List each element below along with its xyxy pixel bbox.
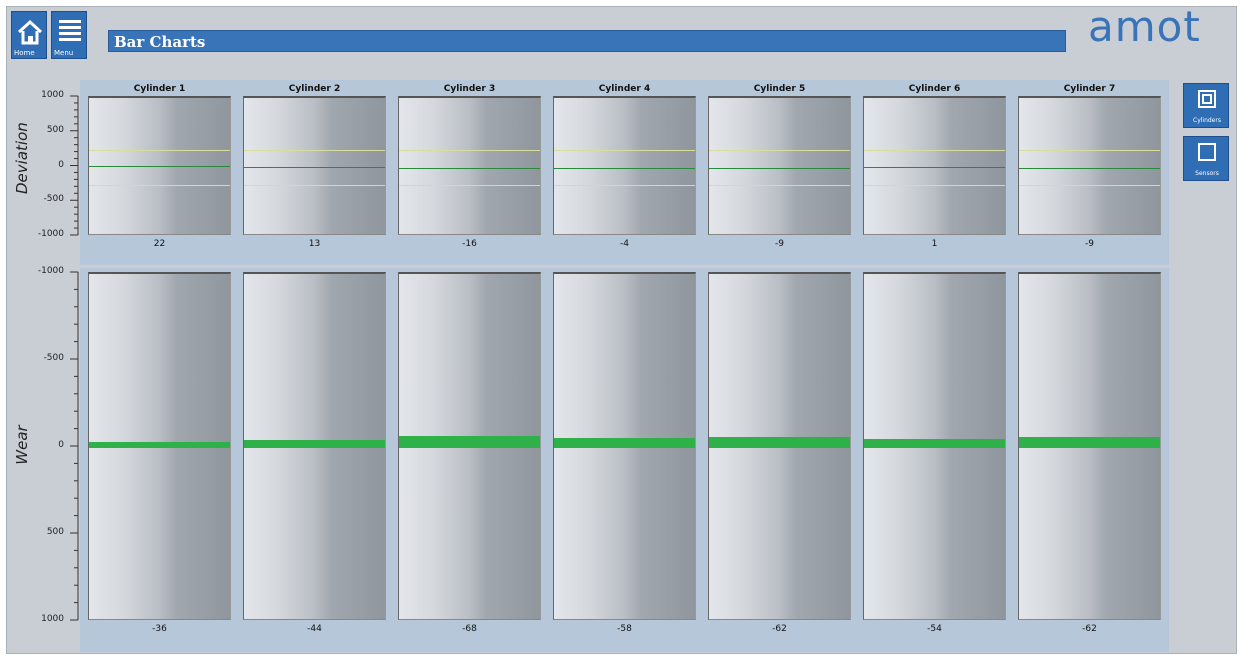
cylinder-value: 1 <box>931 239 938 249</box>
chart-box-cylinder-1 <box>88 96 231 235</box>
chart-box-cylinder-6 <box>863 96 1006 235</box>
cylinder-value: -4 <box>620 239 629 249</box>
y-tick-label: 500 <box>46 124 64 135</box>
y-tick-label: -500 <box>43 353 64 363</box>
cylinder-value: -9 <box>1085 239 1094 249</box>
limit-line <box>244 184 385 186</box>
chart-box-cylinder-5 <box>708 96 851 235</box>
square-outline-icon <box>1198 143 1216 161</box>
deviation-bar <box>399 167 540 169</box>
cylinder-name: Cylinder 6 <box>908 84 961 94</box>
cylinder-value: -44 <box>307 624 322 634</box>
cylinder-value: -54 <box>927 624 942 634</box>
limit-line <box>399 184 540 186</box>
chart-box-cylinder-3 <box>398 272 541 620</box>
limit-line <box>554 184 695 186</box>
deviation-bar <box>864 167 1005 169</box>
page-title: Bar Charts <box>114 33 206 51</box>
sensors-label: Sensors <box>1195 170 1219 177</box>
cylinder-name: Cylinder 1 <box>133 84 186 94</box>
y-tick-label: 1000 <box>41 90 64 100</box>
limit-line <box>244 150 385 152</box>
wear-axis-title: Wear <box>13 425 31 465</box>
y-tick-label: 500 <box>46 527 64 537</box>
cylinder-value: -58 <box>617 624 632 634</box>
chart-box-cylinder-3 <box>398 96 541 235</box>
limit-line <box>1019 184 1160 186</box>
cylinder-value: -62 <box>1082 624 1097 634</box>
cylinder-value: -36 <box>152 624 167 634</box>
sensors-button[interactable]: Sensors <box>1183 136 1229 181</box>
limit-line <box>864 150 1005 152</box>
cylinder-value: -16 <box>462 239 477 249</box>
deviation-axis-title: Deviation <box>13 122 31 194</box>
y-tick-label: -1000 <box>37 229 64 239</box>
square-inner-icon <box>1202 94 1212 104</box>
cylinder-name: Cylinder 2 <box>288 84 341 94</box>
wear-bar <box>554 437 695 448</box>
limit-line <box>399 150 540 152</box>
wear-bar <box>89 441 230 448</box>
cylinder-value: 22 <box>153 239 166 249</box>
cylinders-button[interactable]: Cylinders <box>1183 83 1229 128</box>
limit-line <box>709 150 850 152</box>
wear-bar <box>1019 437 1160 448</box>
chart-box-cylinder-7 <box>1018 272 1161 620</box>
limit-line <box>1019 150 1160 152</box>
chart-box-cylinder-2 <box>243 96 386 235</box>
amot-logo: amot <box>1088 2 1201 51</box>
deviation-bar <box>89 165 230 168</box>
title-bar: Bar Charts <box>108 30 1066 52</box>
wear-bar <box>864 438 1005 448</box>
cylinder-value: -62 <box>772 624 787 634</box>
cylinder-name: Cylinder 3 <box>443 84 496 94</box>
home-icon <box>17 19 43 45</box>
limit-line <box>709 184 850 186</box>
cylinder-name: Cylinder 7 <box>1063 84 1116 94</box>
cylinder-value: -68 <box>462 624 477 634</box>
home-label: Home <box>14 49 35 57</box>
menu-icon <box>59 20 81 41</box>
limit-line <box>554 150 695 152</box>
chart-box-cylinder-5 <box>708 272 851 620</box>
wear-bar <box>399 436 540 448</box>
cylinder-value: -9 <box>775 239 784 249</box>
wear-bar <box>709 437 850 448</box>
cylinder-value: 13 <box>308 239 321 249</box>
y-axis <box>70 95 79 236</box>
limit-line <box>864 184 1005 186</box>
chart-box-cylinder-7 <box>1018 96 1161 235</box>
chart-box-cylinder-1 <box>88 272 231 620</box>
y-tick-label: -500 <box>43 194 64 205</box>
menu-label: Menu <box>54 49 74 57</box>
y-axis <box>70 271 79 621</box>
chart-box-cylinder-2 <box>243 272 386 620</box>
deviation-bar <box>554 167 695 169</box>
wear-bar <box>244 440 385 448</box>
chart-box-cylinder-4 <box>553 272 696 620</box>
home-button[interactable]: Home <box>11 11 47 59</box>
cylinders-label: Cylinders <box>1193 117 1221 124</box>
deviation-bar <box>1019 167 1160 169</box>
limit-line <box>89 184 230 186</box>
y-tick-label: 0 <box>58 159 64 170</box>
cylinder-name: Cylinder 4 <box>598 84 651 94</box>
chart-box-cylinder-4 <box>553 96 696 235</box>
limit-line <box>89 150 230 152</box>
cylinder-name: Cylinder 5 <box>753 84 806 94</box>
y-tick-label: 1000 <box>41 614 64 624</box>
y-tick-label: 0 <box>58 440 64 450</box>
menu-button[interactable]: Menu <box>51 11 87 59</box>
y-tick-label: -1000 <box>37 266 64 276</box>
deviation-bar <box>709 167 850 169</box>
deviation-bar <box>244 166 385 168</box>
chart-box-cylinder-6 <box>863 272 1006 620</box>
